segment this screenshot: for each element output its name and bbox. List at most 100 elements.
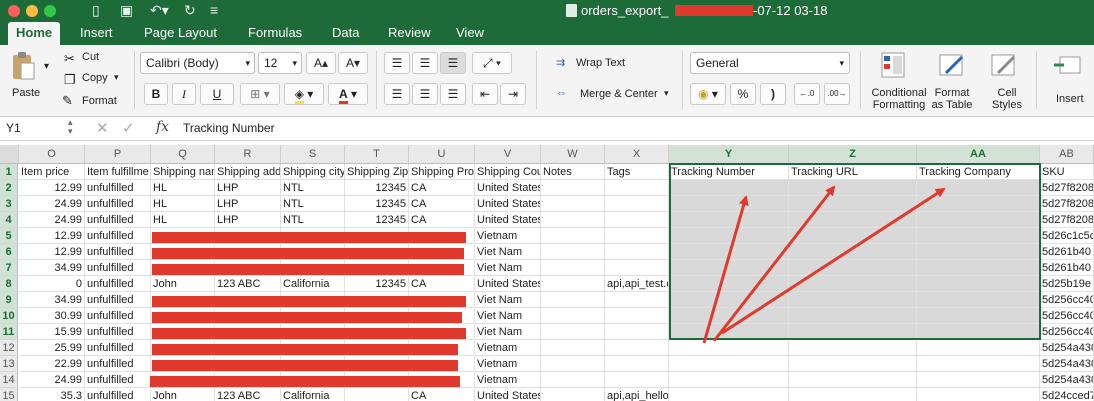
ribbon-divider bbox=[134, 51, 135, 109]
format-as-table-button[interactable]: Format as Table bbox=[930, 87, 974, 111]
cell-styles-label-2: Styles bbox=[992, 99, 1022, 111]
tab-insert[interactable]: Insert bbox=[72, 22, 121, 45]
tab-review[interactable]: Review bbox=[380, 22, 439, 45]
scissors-icon[interactable]: ✂ bbox=[64, 51, 75, 67]
insert-cells-icon[interactable] bbox=[1052, 51, 1082, 81]
align-right-icon: ☰ bbox=[447, 87, 459, 101]
redo-icon[interactable]: ↻ bbox=[184, 2, 196, 19]
format-painter-button[interactable]: Format bbox=[82, 95, 117, 107]
tab-page-layout[interactable]: Page Layout bbox=[136, 22, 225, 45]
coins-icon: ◉ bbox=[698, 87, 709, 101]
chevron-down-icon: ▾ bbox=[839, 58, 844, 68]
tab-view[interactable]: View bbox=[448, 22, 492, 45]
merge-center-icon[interactable]: ⇔ bbox=[556, 87, 567, 99]
name-box-stepper-icon[interactable]: ▴ ▾ bbox=[68, 118, 73, 136]
font-size-value: 12 bbox=[264, 56, 278, 70]
fill-color-button[interactable]: ◈ ▾ bbox=[284, 83, 324, 105]
conditional-formatting-button[interactable]: Conditional Formatting bbox=[870, 87, 928, 111]
align-bottom-icon: ☰ bbox=[447, 56, 459, 70]
borders-button[interactable]: ⊞ ▾ bbox=[240, 83, 280, 105]
paste-options-icon[interactable]: ▾ bbox=[44, 61, 49, 72]
chevron-down-icon: ▾ bbox=[292, 58, 297, 68]
format-as-table-icon[interactable] bbox=[938, 51, 968, 81]
italic-button[interactable]: I bbox=[172, 83, 196, 105]
tab-formulas[interactable]: Formulas bbox=[240, 22, 310, 45]
ribbon-tab-bar: Home Insert Page Layout Formulas Data Re… bbox=[0, 22, 1094, 45]
cancel-icon[interactable]: ✕ bbox=[96, 119, 109, 137]
ribbon-divider bbox=[682, 51, 683, 109]
spreadsheet-grid[interactable]: O P Q R S T U V W X Y Z AA AB 1 2 3 4 5 6 7 8 9 10 11 12 13 14 15 I… bbox=[0, 145, 1094, 401]
number-format-select[interactable]: General ▾ bbox=[690, 52, 850, 74]
increase-decimal-icon: ←.0 bbox=[799, 89, 815, 98]
conditional-formatting-icon[interactable] bbox=[880, 51, 910, 81]
tab-data[interactable]: Data bbox=[324, 22, 367, 45]
ribbon-divider bbox=[860, 51, 861, 109]
align-middle-button[interactable]: ☰ bbox=[412, 52, 438, 74]
ribbon-divider bbox=[536, 51, 537, 109]
sidebar-icon[interactable]: ▯ bbox=[92, 2, 100, 19]
cell-styles-icon[interactable] bbox=[990, 51, 1020, 81]
zoom-window-button[interactable] bbox=[44, 5, 56, 17]
decrease-indent-button[interactable]: ⇤ bbox=[472, 83, 498, 105]
insert-button[interactable]: Insert bbox=[1056, 93, 1084, 105]
name-box[interactable]: Y1 bbox=[6, 121, 21, 135]
copy-button[interactable]: Copy bbox=[82, 72, 108, 84]
wrap-text-icon[interactable]: ⇉ bbox=[556, 56, 565, 69]
cell-styles-button[interactable]: Cell Styles bbox=[990, 87, 1024, 111]
customize-toolbar-icon[interactable]: ≡ bbox=[210, 2, 218, 18]
align-top-icon: ☰ bbox=[391, 56, 403, 70]
cut-button[interactable]: Cut bbox=[82, 51, 99, 63]
align-left-button[interactable]: ☰ bbox=[384, 83, 410, 105]
copy-options-icon[interactable]: ▾ bbox=[114, 72, 119, 83]
font-color-button[interactable]: A ▾ bbox=[328, 83, 368, 105]
orientation-button[interactable]: ⤢ ▾ bbox=[472, 52, 512, 74]
close-window-button[interactable] bbox=[8, 5, 20, 17]
align-top-button[interactable]: ☰ bbox=[384, 52, 410, 74]
number-format-value: General bbox=[696, 56, 739, 70]
increase-indent-button[interactable]: ⇥ bbox=[500, 83, 526, 105]
font-color-icon: A bbox=[338, 87, 348, 104]
underline-button[interactable]: U bbox=[200, 83, 234, 105]
align-right-button[interactable]: ☰ bbox=[440, 83, 466, 105]
minimize-window-button[interactable] bbox=[26, 5, 38, 17]
accounting-format-button[interactable]: ◉ ▾ bbox=[690, 83, 726, 105]
align-bottom-button[interactable]: ☰ bbox=[440, 52, 466, 74]
increase-decimal-button[interactable]: ←.0 bbox=[794, 83, 820, 105]
excel-file-icon bbox=[566, 4, 577, 17]
increase-indent-icon: ⇥ bbox=[507, 87, 519, 101]
home-ribbon: Paste ▾ ✂ Cut ❐ Copy ▾ ✎ Format Calibri … bbox=[0, 45, 1094, 117]
align-middle-icon: ☰ bbox=[419, 56, 431, 70]
percent-style-button[interactable]: % bbox=[730, 83, 756, 105]
bold-button[interactable]: B bbox=[144, 83, 168, 105]
confirm-icon[interactable]: ✓ bbox=[122, 119, 135, 137]
conditional-formatting-label-1: Conditional bbox=[871, 87, 927, 99]
paste-icon[interactable] bbox=[10, 51, 36, 81]
decrease-font-icon: A▾ bbox=[345, 56, 361, 70]
formula-input[interactable]: Tracking Number bbox=[183, 121, 275, 135]
paste-button[interactable]: Paste bbox=[12, 87, 40, 99]
decrease-font-size-button[interactable]: A▾ bbox=[338, 52, 368, 74]
arrow-to-tracking-url bbox=[712, 185, 836, 342]
font-name-select[interactable]: Calibri (Body) ▾ bbox=[140, 52, 255, 74]
align-center-button[interactable]: ☰ bbox=[412, 83, 438, 105]
wrap-text-button[interactable]: Wrap Text bbox=[576, 57, 625, 69]
window-title: orders_export_ bbox=[566, 3, 668, 18]
undo-icon[interactable]: ↶▾ bbox=[150, 2, 169, 19]
tab-home[interactable]: Home bbox=[8, 22, 61, 45]
fill-color-icon: ◈ bbox=[294, 87, 304, 104]
decrease-decimal-icon: .00→ bbox=[827, 89, 847, 98]
save-icon[interactable]: ▣ bbox=[120, 2, 133, 19]
redaction-mark bbox=[675, 5, 753, 16]
chevron-down-icon: ▾ bbox=[245, 58, 250, 68]
chevron-down-icon[interactable]: ▾ bbox=[664, 88, 669, 99]
merge-center-button[interactable]: Merge & Center bbox=[580, 88, 658, 100]
insert-function-icon[interactable]: fx bbox=[156, 119, 169, 135]
font-size-select[interactable]: 12 ▾ bbox=[258, 52, 302, 74]
format-as-table-label-1: Format bbox=[934, 87, 970, 99]
comma-style-button[interactable]: ) bbox=[760, 83, 786, 105]
ribbon-divider bbox=[1036, 51, 1037, 109]
format-painter-icon[interactable]: ✎ bbox=[62, 93, 73, 109]
increase-font-size-button[interactable]: A▴ bbox=[306, 52, 336, 74]
copy-icon[interactable]: ❐ bbox=[64, 72, 76, 88]
decrease-decimal-button[interactable]: .00→ bbox=[824, 83, 850, 105]
